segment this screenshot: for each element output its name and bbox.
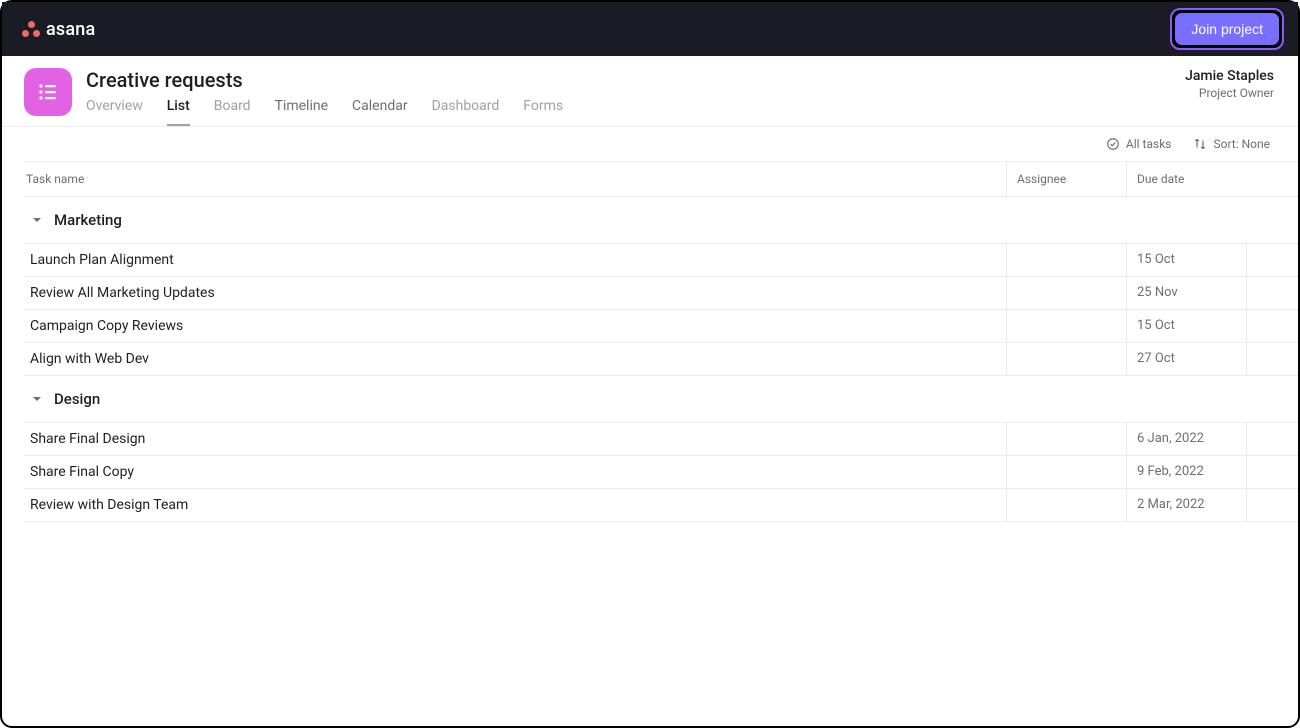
task-row[interactable]: Campaign Copy Reviews 15 Oct (24, 310, 1298, 343)
task-extra (1246, 423, 1298, 455)
task-name: Review with Design Team (24, 489, 1006, 521)
task-assignee[interactable] (1006, 310, 1126, 342)
task-row[interactable]: Review All Marketing Updates 25 Nov (24, 277, 1298, 310)
col-header-task: Task name (24, 162, 1006, 196)
chevron-down-icon (32, 394, 42, 404)
tab-timeline[interactable]: Timeline (275, 98, 328, 126)
task-extra (1246, 489, 1298, 521)
task-extra (1246, 456, 1298, 488)
task-due-date[interactable]: 15 Oct (1126, 244, 1246, 276)
chevron-down-icon (32, 215, 42, 225)
owner-name: Jamie Staples (1185, 68, 1274, 84)
project-tabs: Overview List Board Timeline Calendar Dashboa… (86, 98, 1185, 126)
filter-all-tasks[interactable]: All tasks (1106, 137, 1172, 151)
section-title: Marketing (54, 211, 122, 229)
list-toolbar: All tasks Sort: None (2, 127, 1298, 161)
owner-role: Project Owner (1185, 86, 1274, 100)
task-assignee[interactable] (1006, 423, 1126, 455)
asana-logo-icon (22, 20, 40, 38)
task-due-date[interactable]: 15 Oct (1126, 310, 1246, 342)
task-assignee[interactable] (1006, 277, 1126, 309)
col-header-due: Due date (1126, 162, 1246, 196)
join-project-highlight: Join project (1170, 8, 1284, 50)
task-assignee[interactable] (1006, 489, 1126, 521)
project-icon (24, 68, 72, 116)
task-name: Review All Marketing Updates (24, 277, 1006, 309)
sort-icon (1193, 137, 1207, 151)
task-due-date[interactable]: 2 Mar, 2022 (1126, 489, 1246, 521)
list-icon (36, 80, 60, 104)
project-meta: Creative requests Overview List Board Timel… (86, 68, 1185, 126)
task-extra (1246, 244, 1298, 276)
tab-dashboard[interactable]: Dashboard (432, 98, 500, 126)
task-due-date[interactable]: 27 Oct (1126, 343, 1246, 375)
project-owner: Jamie Staples Project Owner (1185, 68, 1276, 100)
tab-list[interactable]: List (167, 98, 190, 126)
filter-label: All tasks (1126, 137, 1172, 151)
col-header-assignee: Assignee (1006, 162, 1126, 196)
task-list: MarketingLaunch Plan Alignment15 OctRevi… (24, 197, 1298, 726)
task-name: Align with Web Dev (24, 343, 1006, 375)
task-row[interactable]: Launch Plan Alignment 15 Oct (24, 244, 1298, 277)
tab-board[interactable]: Board (214, 98, 251, 126)
task-name: Share Final Design (24, 423, 1006, 455)
task-row[interactable]: Align with Web Dev 27 Oct (24, 343, 1298, 376)
brand[interactable]: asana (22, 19, 95, 40)
column-headers: Task name Assignee Due date (24, 161, 1298, 197)
tab-calendar[interactable]: Calendar (352, 98, 408, 126)
task-due-date[interactable]: 9 Feb, 2022 (1126, 456, 1246, 488)
task-row[interactable]: Share Final Copy 9 Feb, 2022 (24, 456, 1298, 489)
section-header[interactable]: Marketing (24, 197, 1298, 244)
section-header[interactable]: Design (24, 376, 1298, 423)
topbar: asana Join project (2, 2, 1298, 56)
sort-label: Sort: None (1213, 137, 1270, 151)
task-row[interactable]: Review with Design Team 2 Mar, 2022 (24, 489, 1298, 522)
sort-control[interactable]: Sort: None (1193, 137, 1270, 151)
task-due-date[interactable]: 6 Jan, 2022 (1126, 423, 1246, 455)
tab-overview[interactable]: Overview (86, 98, 143, 126)
task-name: Campaign Copy Reviews (24, 310, 1006, 342)
task-name: Launch Plan Alignment (24, 244, 1006, 276)
project-title: Creative requests (86, 68, 1185, 92)
task-extra (1246, 310, 1298, 342)
task-extra (1246, 277, 1298, 309)
task-name: Share Final Copy (24, 456, 1006, 488)
task-assignee[interactable] (1006, 244, 1126, 276)
task-extra (1246, 343, 1298, 375)
join-project-button[interactable]: Join project (1175, 13, 1279, 45)
section-title: Design (54, 390, 100, 408)
project-header: Creative requests Overview List Board Timel… (2, 56, 1298, 127)
task-row[interactable]: Share Final Design 6 Jan, 2022 (24, 423, 1298, 456)
tab-forms[interactable]: Forms (523, 98, 563, 126)
task-assignee[interactable] (1006, 343, 1126, 375)
check-circle-icon (1106, 137, 1120, 151)
task-assignee[interactable] (1006, 456, 1126, 488)
brand-name: asana (46, 19, 95, 40)
task-due-date[interactable]: 25 Nov (1126, 277, 1246, 309)
